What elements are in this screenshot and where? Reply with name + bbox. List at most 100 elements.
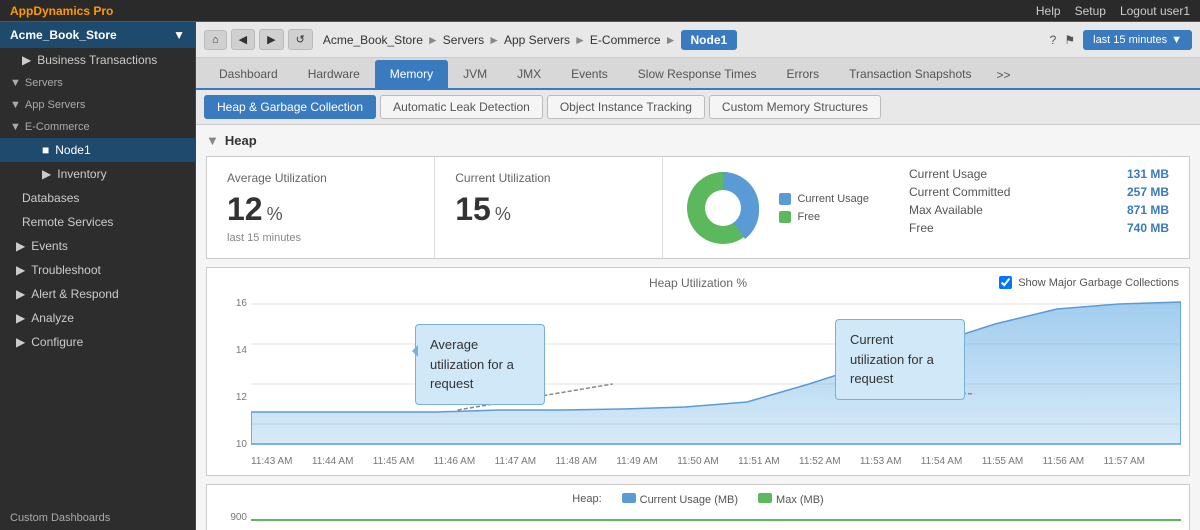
free-row: Free 740 MB	[909, 221, 1169, 235]
pie-chart	[683, 168, 763, 248]
sidebar-item-events[interactable]: ▶ Events	[0, 234, 195, 258]
sidebar-app-servers-label: App Servers	[25, 99, 86, 111]
help-icon[interactable]: ?	[1050, 33, 1057, 47]
heap-section: ▼ Heap Average Utilization 12 % last 15 …	[196, 125, 1200, 530]
logout-link[interactable]: Logout user1	[1120, 4, 1190, 18]
legend-max-mb: Max (MB)	[776, 494, 824, 506]
current-usage-label: Current Usage	[909, 167, 987, 181]
bottom-chart-area: 900 700 500 300	[215, 512, 1181, 530]
legend-free-label: Free	[797, 211, 820, 223]
tab-slow-response[interactable]: Slow Response Times	[623, 60, 772, 88]
tab-memory[interactable]: Memory	[375, 60, 448, 88]
refresh-button[interactable]: ↺	[288, 29, 313, 50]
time-filter-button[interactable]: last 15 minutes ▼	[1083, 30, 1192, 50]
sub-tab-leak-detection[interactable]: Automatic Leak Detection	[380, 95, 543, 119]
avg-utilization-box: Average Utilization 12 % last 15 minutes	[207, 157, 435, 258]
legend-usage-mb: Current Usage (MB)	[640, 494, 738, 506]
sidebar-item-analyze[interactable]: ▶ Analyze	[0, 306, 195, 330]
max-available-row: Max Available 871 MB	[909, 203, 1169, 217]
collapse-icon2: ▼	[10, 99, 21, 111]
time-filter-label: last 15 minutes	[1093, 34, 1167, 46]
breadcrumb-app[interactable]: Acme_Book_Store	[323, 33, 423, 47]
breadcrumb-node[interactable]: Node1	[681, 30, 738, 50]
tab-errors[interactable]: Errors	[772, 60, 835, 88]
sidebar-custom-dashboards[interactable]: Custom Dashboards	[0, 506, 195, 530]
sidebar-item-inventory[interactable]: ▶ Inventory	[0, 162, 195, 186]
sidebar-item-node1[interactable]: ■ Node1	[0, 138, 195, 162]
current-committed-row: Current Committed 257 MB	[909, 185, 1169, 199]
legend-free: Free	[779, 211, 869, 223]
nav-bar: ⌂ ◀ ▶ ↺ Acme_Book_Store ► Servers ► App …	[196, 22, 1200, 58]
tab-hardware[interactable]: Hardware	[293, 60, 375, 88]
sidebar-app-dropdown-icon: ▼	[173, 28, 185, 42]
sidebar-app-header[interactable]: Acme_Book_Store ▼	[0, 22, 195, 48]
main-content: ▼ Heap Average Utilization 12 % last 15 …	[196, 125, 1200, 530]
time-filter-icon: ▼	[1171, 34, 1182, 46]
sidebar-item-alert-respond[interactable]: ▶ Alert & Respond	[0, 282, 195, 306]
breadcrumb-sep2: ►	[488, 33, 500, 47]
tab-jmx[interactable]: JMX	[502, 60, 556, 88]
tab-jvm[interactable]: JVM	[448, 60, 502, 88]
sub-tab-heap-gc[interactable]: Heap & Garbage Collection	[204, 95, 376, 119]
cur-utilization-box: Current Utilization 15 %	[435, 157, 663, 258]
breadcrumb-sep1: ►	[427, 33, 439, 47]
content-area: ⌂ ◀ ▶ ↺ Acme_Book_Store ► Servers ► App …	[196, 22, 1200, 530]
back-button[interactable]: ◀	[231, 29, 255, 50]
legend-usage-label: Current Usage	[797, 193, 869, 205]
tab-more[interactable]: >>	[986, 62, 1020, 88]
legend-current-usage: Current Usage	[779, 193, 869, 205]
right-stats-box: Current Usage 131 MB Current Committed 2…	[889, 157, 1189, 258]
max-available-label: Max Available	[909, 203, 983, 217]
callout-avg-utilization: Averageutilization for arequest	[415, 324, 545, 405]
top-bar-right: Help Setup Logout user1	[1036, 4, 1190, 18]
tab-dashboard[interactable]: Dashboard	[204, 60, 293, 88]
sidebar-troubleshoot-label: Troubleshoot	[31, 263, 101, 277]
show-gc-checkbox[interactable]	[999, 276, 1012, 289]
expand-icon6: ▶	[16, 311, 25, 325]
expand-icon4: ▶	[16, 263, 25, 277]
tab-bar: Dashboard Hardware Memory JVM JMX Events…	[196, 58, 1200, 90]
tab-events[interactable]: Events	[556, 60, 623, 88]
sidebar-bt-label: Business Transactions	[37, 53, 157, 67]
breadcrumb-servers[interactable]: Servers	[443, 33, 484, 47]
sidebar-alert-respond-label: Alert & Respond	[31, 287, 118, 301]
tab-transaction-snapshots[interactable]: Transaction Snapshots	[834, 60, 986, 88]
bookmark-icon[interactable]: ⚑	[1064, 33, 1075, 47]
callout-avg-text: Averageutilization for arequest	[430, 337, 514, 391]
top-bar-left: AppDynamics Pro	[10, 4, 113, 18]
breadcrumb-ecommerce[interactable]: E-Commerce	[590, 33, 661, 47]
current-committed-label: Current Committed	[909, 185, 1010, 199]
sidebar-databases-label: Databases	[22, 191, 79, 205]
cur-utilization-unit: %	[495, 204, 511, 225]
chart-area: 16 14 12 10	[215, 294, 1181, 454]
chart-svg	[251, 294, 1181, 454]
show-gc-label: Show Major Garbage Collections	[1018, 277, 1179, 289]
expand-icon: ▶	[22, 53, 31, 67]
sidebar-item-remote-services[interactable]: Remote Services	[0, 210, 195, 234]
sidebar-servers-label: Servers	[25, 77, 63, 89]
sidebar-group-servers[interactable]: ▼ Servers	[0, 72, 195, 94]
legend-usage-dot	[779, 193, 791, 205]
forward-button[interactable]: ▶	[259, 29, 283, 50]
sidebar-configure-label: Configure	[31, 335, 83, 349]
help-link[interactable]: Help	[1036, 4, 1061, 18]
sidebar-ecommerce-label: E-Commerce	[25, 121, 90, 133]
home-button[interactable]: ⌂	[204, 30, 227, 50]
sidebar-item-business-transactions[interactable]: ▶ Business Transactions	[0, 48, 195, 72]
main-layout: Acme_Book_Store ▼ ▶ Business Transaction…	[0, 22, 1200, 530]
sub-tab-custom-memory[interactable]: Custom Memory Structures	[709, 95, 881, 119]
sub-tab-object-tracking[interactable]: Object Instance Tracking	[547, 95, 705, 119]
sidebar-group-app-servers[interactable]: ▼ App Servers	[0, 94, 195, 116]
sidebar-analyze-label: Analyze	[31, 311, 74, 325]
sub-tab-bar: Heap & Garbage Collection Automatic Leak…	[196, 90, 1200, 125]
sidebar-group-ecommerce[interactable]: ▼ E-Commerce	[0, 116, 195, 138]
setup-link[interactable]: Setup	[1075, 4, 1106, 18]
sidebar-item-troubleshoot[interactable]: ▶ Troubleshoot	[0, 258, 195, 282]
sidebar-item-configure[interactable]: ▶ Configure	[0, 330, 195, 354]
avg-utilization-label: Average Utilization	[227, 171, 414, 185]
sidebar-item-databases[interactable]: Databases	[0, 186, 195, 210]
sidebar-node1-label: Node1	[55, 143, 90, 157]
expand-icon7: ▶	[16, 335, 25, 349]
heap-collapse-icon[interactable]: ▼	[206, 133, 219, 148]
breadcrumb-app-servers[interactable]: App Servers	[504, 33, 570, 47]
